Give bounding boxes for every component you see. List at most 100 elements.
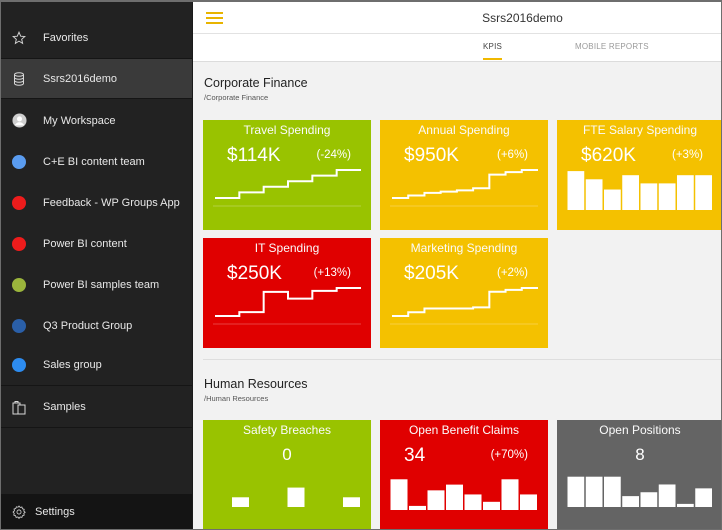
kpi-change: (+3%) (672, 149, 703, 161)
sidebar-item-label: Feedback - WP Groups App (43, 196, 180, 209)
group-dot-icon (11, 357, 27, 373)
trend-bar (695, 175, 712, 210)
kpi-value: $205K (404, 263, 459, 284)
kpi-title: Open Benefit Claims (408, 423, 520, 437)
star-icon (11, 30, 27, 46)
trend-bar (585, 476, 603, 507)
kpi-tile-it-spending[interactable]: IT Spending $250K (+13%) (203, 238, 371, 348)
section-title: Corporate Finance (204, 76, 308, 90)
section-path: /Corporate Finance (204, 93, 269, 102)
trend-bar (287, 487, 305, 507)
trend-bar (622, 175, 639, 210)
sidebar-item-label: My Workspace (43, 114, 116, 127)
kpi-tile-open-positions[interactable]: Open Positions 8 (557, 420, 722, 530)
trend-bar (585, 179, 603, 210)
section-title: Human Resources (204, 377, 308, 391)
sidebar-item-feedback-wp-groups-app[interactable]: Feedback - WP Groups App (1, 182, 192, 223)
kpi-title: Annual Spending (418, 123, 510, 137)
kpi-title: Open Positions (599, 423, 681, 437)
sidebar-item-samples[interactable]: Samples (1, 387, 192, 428)
trend-step-line (392, 169, 538, 199)
trend-bar (695, 488, 712, 507)
trend-bar (343, 497, 360, 507)
kpi-tile-fte-salary-spending[interactable]: FTE Salary Spending $620K (+3%) (557, 120, 722, 230)
kpi-change: (+6%) (497, 149, 528, 161)
sidebar-item-label: Samples (43, 401, 86, 413)
kpi-value: $620K (581, 145, 636, 166)
group-dot-icon (11, 195, 27, 211)
kpi-tile-travel-spending[interactable]: Travel Spending $114K (-24%) (203, 120, 371, 230)
kpi-change: (+2%) (497, 267, 528, 279)
sidebar-item-q3-product-group[interactable]: Q3 Product Group (1, 305, 192, 346)
sidebar-item-sales-group[interactable]: Sales group (1, 345, 192, 386)
sidebar-item-favorites[interactable]: Favorites (1, 17, 192, 58)
main-content: Ssrs2016demo KPIS MOBILE REPORTS Corpora… (192, 0, 722, 530)
trend-bar (409, 505, 426, 510)
sidebar: Favorites Ssrs2016demo My Workspace C+E … (0, 0, 192, 530)
tab-kpis[interactable]: KPIS (483, 42, 503, 60)
kpi-value: 0 (282, 445, 292, 464)
gear-icon (11, 504, 27, 520)
database-icon (11, 71, 27, 87)
sidebar-item-label: Sales group (43, 359, 102, 371)
kpi-title: Marketing Spending (410, 241, 518, 255)
sidebar-item-label: Q3 Product Group (43, 319, 133, 332)
kpi-tile-marketing-spending[interactable]: Marketing Spending $205K (+2%) (380, 238, 548, 348)
group-dot-icon (11, 318, 27, 334)
trend-bar (604, 189, 621, 210)
kpi-title: Safety Breaches (242, 423, 332, 437)
sidebar-item-power-bi-content[interactable]: Power BI content (1, 223, 192, 264)
trend-bar (520, 494, 537, 510)
kpi-value: $114K (227, 145, 281, 166)
kpi-title: Travel Spending (243, 123, 331, 137)
sidebar-item-label: Power BI content (43, 237, 127, 250)
sidebar-item-ssrs2016demo[interactable]: Ssrs2016demo (1, 58, 192, 99)
settings-button[interactable]: Settings (1, 494, 192, 530)
trend-step-line (215, 287, 361, 317)
trend-bar (640, 492, 658, 507)
trend-bar (677, 503, 694, 507)
group-dot-icon (11, 277, 27, 293)
trend-step-line (392, 287, 538, 317)
trend-bar (640, 183, 658, 210)
samples-icon (11, 399, 27, 415)
sidebar-item-label: C+E BI content team (43, 155, 145, 168)
trend-bar (622, 496, 639, 507)
group-dot-icon (11, 236, 27, 252)
kpi-change: (-24%) (316, 149, 351, 161)
kpi-value: 8 (635, 445, 645, 464)
trend-bar (427, 490, 445, 510)
kpi-change: (+70%) (490, 449, 528, 461)
kpi-change: (+13%) (313, 267, 351, 279)
trend-bar (464, 494, 482, 510)
trend-bar (483, 501, 500, 510)
settings-label: Settings (35, 506, 75, 518)
kpi-value: $250K (227, 263, 282, 284)
tab-mobile-reports[interactable]: MOBILE REPORTS (575, 42, 649, 51)
sidebar-item-label: Power BI samples team (43, 278, 160, 291)
kpi-value: $950K (404, 145, 459, 166)
section-divider (203, 359, 722, 360)
trend-bar (567, 476, 585, 507)
sidebar-item-label: Ssrs2016demo (43, 72, 117, 85)
group-dot-icon (11, 154, 27, 170)
sidebar-item-my-workspace[interactable]: My Workspace (1, 100, 192, 141)
trend-bar (604, 476, 621, 507)
kpi-tile-safety-breaches[interactable]: Safety Breaches 0 (203, 420, 371, 530)
kpi-title: FTE Salary Spending (582, 123, 698, 137)
sidebar-item-ce-bi-content-team[interactable]: C+E BI content team (1, 141, 192, 182)
section-path: /Human Resources (204, 394, 269, 403)
trend-bar (658, 484, 676, 507)
app-header: Ssrs2016demo (193, 2, 722, 34)
kpi-tile-annual-spending[interactable]: Annual Spending $950K (+6%) (380, 120, 548, 230)
trend-bar (390, 479, 408, 510)
kpi-tile-open-benefit-claims[interactable]: Open Benefit Claims 34 (+70%) (380, 420, 548, 530)
trend-bar (501, 479, 519, 510)
sidebar-item-power-bi-samples-team[interactable]: Power BI samples team (1, 264, 192, 305)
trend-bar (232, 497, 249, 507)
trend-bar (658, 183, 676, 210)
kpi-value: 34 (404, 445, 426, 466)
sidebar-item-label: Favorites (43, 31, 89, 44)
trend-bar (677, 175, 694, 210)
kpi-title: IT Spending (254, 241, 320, 255)
